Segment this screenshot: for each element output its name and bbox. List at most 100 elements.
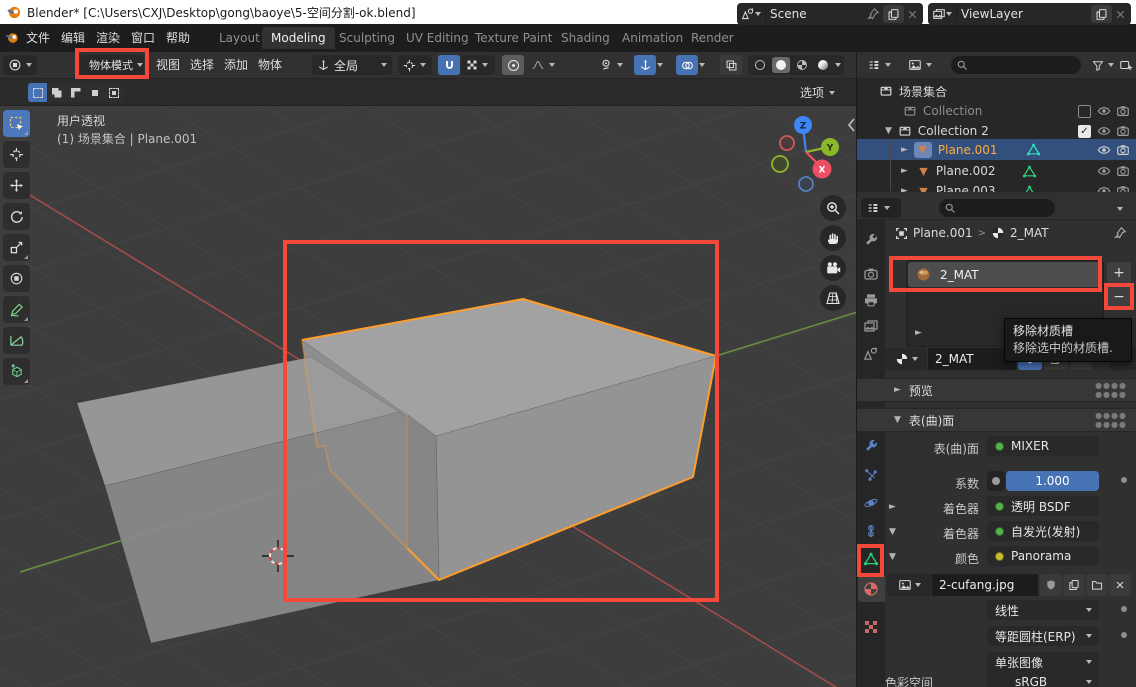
navigation-gizmo[interactable]: Z Y X [772, 116, 839, 191]
menu-object[interactable]: 物体 [258, 56, 282, 73]
tab-shading[interactable]: Shading [552, 27, 619, 49]
tool-move[interactable] [3, 172, 30, 199]
tab-modifiers-icon[interactable] [863, 438, 879, 454]
axis-neg-x[interactable] [780, 136, 794, 150]
outliner-filter-dropdown[interactable] [1087, 55, 1119, 75]
breadcrumb-object[interactable]: Plane.001 [913, 226, 973, 240]
eye-icon[interactable] [1097, 124, 1111, 138]
tool-cursor[interactable] [3, 141, 30, 168]
outliner-search-input[interactable] [951, 56, 1081, 74]
projection-dropdown[interactable]: 等距圆柱(ERP) [987, 626, 1099, 646]
browse-material-button[interactable] [885, 348, 927, 370]
tool-options-dropdown[interactable]: 选项 [800, 84, 835, 101]
shader2-dropdown[interactable]: 自发光(发射) [987, 521, 1099, 541]
show-overlays-toggle[interactable] [676, 55, 698, 75]
factor-socket-button[interactable] [987, 471, 1005, 491]
outliner-row-collection2[interactable]: ▼ Collection 2 ✓ [857, 121, 1136, 141]
select-mode-intersect-button[interactable] [104, 83, 123, 102]
animate-dot[interactable] [1121, 606, 1127, 612]
select-mode-subtract-button[interactable] [66, 83, 85, 102]
outliner-row-scene-collection[interactable]: 场景集合 [857, 81, 1136, 101]
animate-dot[interactable] [1121, 477, 1127, 483]
scene-browse-button[interactable] [737, 3, 765, 25]
scene-unlink-icon[interactable] [906, 8, 919, 21]
remove-material-slot-button[interactable]: − [1107, 286, 1131, 308]
image-fake-user-button[interactable] [1040, 574, 1062, 596]
outliner-display-mode-dropdown[interactable] [862, 55, 900, 75]
show-gizmo-toggle[interactable] [634, 55, 656, 75]
viewlayer-browse-button[interactable] [928, 3, 956, 25]
snap-toggle[interactable] [438, 55, 460, 75]
tab-rendering[interactable]: Renderi [682, 27, 734, 49]
tab-output-icon[interactable] [863, 292, 879, 308]
tab-constraints-icon[interactable] [863, 523, 879, 539]
select-mode-set-button[interactable] [28, 83, 47, 102]
pivot-point-dropdown[interactable] [398, 55, 432, 75]
select-mode-invert-button[interactable] [85, 83, 104, 102]
tab-texture-icon[interactable] [863, 619, 879, 635]
menu-help[interactable]: 帮助 [166, 29, 190, 47]
tab-animation[interactable]: Animation [613, 27, 692, 49]
eye-icon[interactable] [1097, 164, 1111, 178]
tab-tool-icon[interactable] [863, 232, 879, 248]
pin-icon[interactable] [1113, 226, 1127, 240]
grip-icon[interactable]: ●●●●●●●● [1095, 381, 1127, 399]
proportional-falloff-dropdown[interactable] [526, 55, 562, 75]
viewlayer-remove-icon[interactable] [1114, 8, 1127, 21]
pin-icon[interactable] [866, 7, 880, 21]
collection2-checkbox[interactable]: ✓ [1078, 125, 1091, 138]
material-slot-row[interactable]: 2_MAT [908, 262, 1102, 287]
add-material-slot-button[interactable]: + [1107, 262, 1131, 284]
tab-data-icon[interactable] [863, 551, 879, 567]
tab-viewlayer-icon[interactable] [863, 318, 879, 334]
surface-panel-header[interactable]: ▼ 表(曲)面 ●●●●●●●● [857, 408, 1136, 432]
shader1-dropdown[interactable]: 透明 BSDF [987, 496, 1099, 516]
menu-add[interactable]: 添加 [224, 56, 248, 73]
menu-render[interactable]: 渲染 [96, 29, 120, 47]
image-new-copy-button[interactable] [1063, 574, 1085, 596]
shading-rendered-button[interactable] [814, 57, 832, 73]
eye-icon[interactable] [1097, 104, 1111, 118]
camera-icon[interactable] [1116, 164, 1130, 178]
new-collection-button[interactable] [1119, 55, 1135, 75]
overlays-dropdown[interactable] [699, 55, 713, 75]
editor-type-button[interactable] [3, 55, 37, 75]
tool-measure[interactable] [3, 327, 30, 354]
outliner-row-plane001[interactable]: ► Plane.001 [857, 139, 1136, 160]
tab-layout[interactable]: Layout [210, 27, 269, 49]
tool-annotate[interactable] [3, 296, 30, 323]
color-dropdown[interactable]: Panorama [987, 546, 1099, 566]
viewlayer-name[interactable]: ViewLayer [957, 3, 1091, 25]
material-name-field[interactable]: 2_MAT [928, 348, 1016, 370]
image-unlink-button[interactable] [1109, 574, 1131, 596]
tab-modeling[interactable]: Modeling [262, 27, 335, 49]
collection-checkbox[interactable] [1078, 105, 1091, 118]
properties-options-dropdown[interactable] [1117, 207, 1123, 211]
factor-slider[interactable]: 1.000 [1006, 471, 1099, 491]
browse-image-button[interactable] [887, 574, 931, 596]
tool-select-box[interactable] [3, 110, 30, 137]
tab-material-icon[interactable] [863, 581, 879, 597]
viewport-3d[interactable]: Z Y X 用户透视 (1) 场景集合 | Plane.001 [0, 106, 856, 687]
eye-icon[interactable] [1097, 143, 1111, 157]
menu-window[interactable]: 窗口 [131, 29, 155, 47]
properties-search-input[interactable] [939, 199, 1055, 217]
source-dropdown[interactable]: 单张图像 [987, 652, 1099, 672]
interpolation-dropdown[interactable]: 线性 [987, 600, 1099, 620]
outliner-row-plane002[interactable]: ► Plane.002 [857, 161, 1136, 181]
menu-edit[interactable]: 编辑 [61, 29, 85, 47]
surface-shader-dropdown[interactable]: MIXER [987, 436, 1099, 456]
axis-neg-z[interactable] [799, 177, 813, 191]
gizmo-dropdown[interactable] [657, 55, 671, 75]
viewlayer-new-copy-button[interactable] [1091, 5, 1112, 23]
tool-transform[interactable] [3, 265, 30, 292]
select-mode-extend-button[interactable] [47, 83, 66, 102]
shading-material-button[interactable] [793, 57, 811, 73]
menu-file[interactable]: 文件 [26, 29, 50, 47]
menu-select[interactable]: 选择 [190, 56, 214, 73]
animate-dot[interactable] [1121, 632, 1127, 638]
tool-add-cube[interactable] [3, 358, 30, 385]
camera-icon[interactable] [1116, 143, 1130, 157]
snap-settings-dropdown[interactable] [461, 55, 495, 75]
transform-orientation-dropdown[interactable]: 全局 [312, 55, 392, 75]
